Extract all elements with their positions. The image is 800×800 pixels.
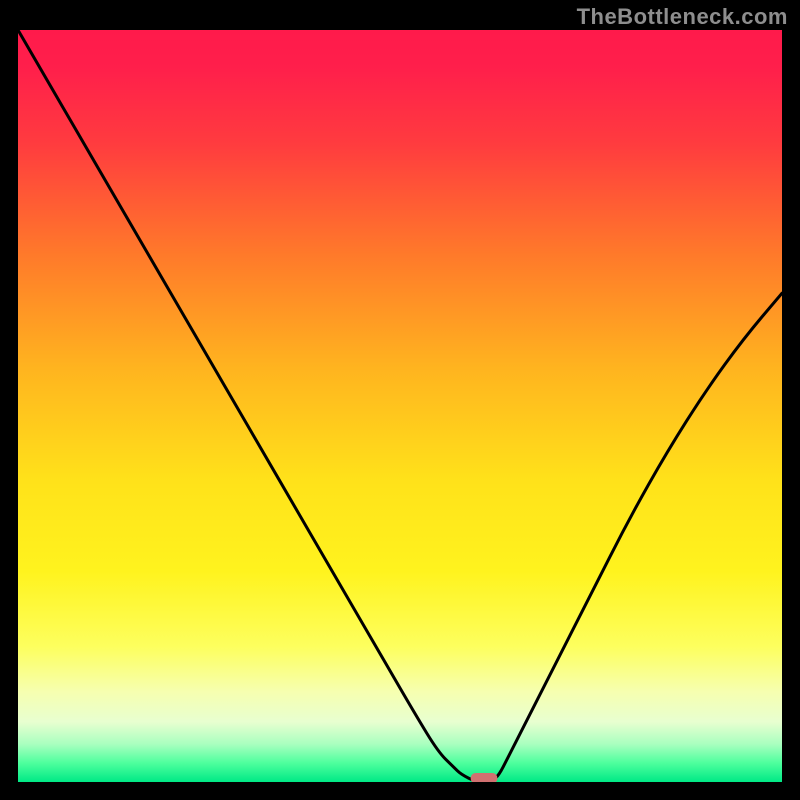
chart-frame: TheBottleneck.com xyxy=(0,0,800,800)
optimal-point-marker xyxy=(471,773,498,784)
gradient-background xyxy=(18,30,782,782)
watermark-text: TheBottleneck.com xyxy=(577,4,788,30)
bottleneck-chart xyxy=(0,0,800,800)
